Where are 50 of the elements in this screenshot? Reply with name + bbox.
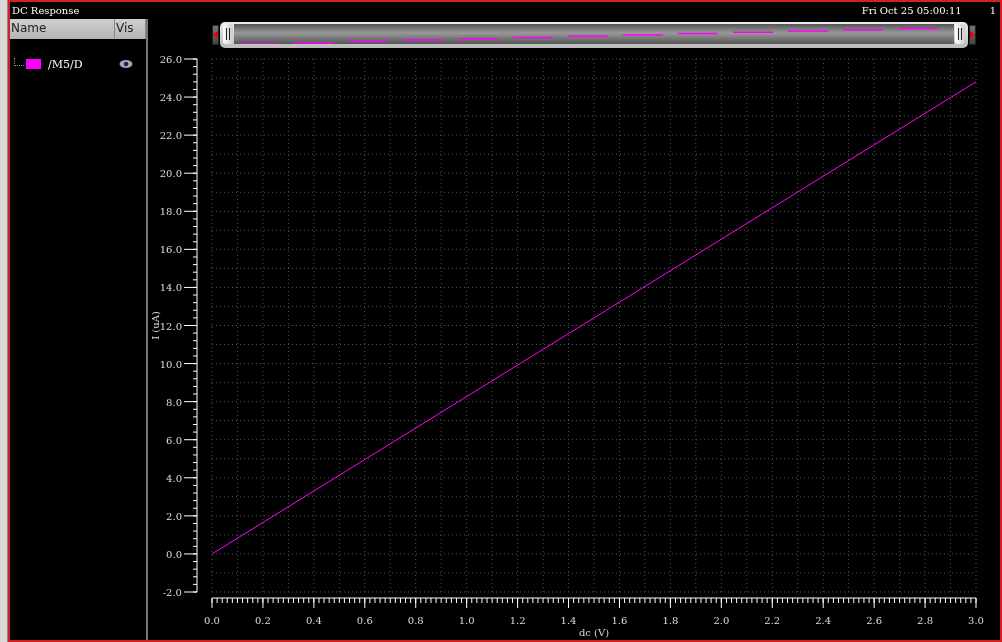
window-number: 1: [989, 5, 996, 16]
x-tick-label: 0.0: [204, 615, 220, 626]
x-tick-label: 1.6: [611, 615, 628, 626]
eye-icon[interactable]: [119, 59, 133, 69]
x-tick-label: 1.8: [662, 615, 679, 626]
x-axis-title: dc (V): [578, 627, 610, 638]
y-tick-label: -2.0: [162, 587, 182, 598]
left-arrow-icon: [213, 31, 218, 38]
x-tick-label: 2.8: [917, 615, 933, 626]
y-tick-label: 10.0: [159, 358, 182, 370]
x-tick-label: 3.0: [968, 615, 984, 626]
left-handle[interactable]: [223, 23, 233, 44]
window-title: DC Response: [12, 5, 81, 16]
y-tick-label: 4.0: [166, 472, 182, 484]
timestamp: Fri Oct 25 05:00:11: [861, 5, 962, 16]
x-tick-label: 1.4: [560, 615, 577, 626]
y-tick-label: 22.0: [159, 130, 182, 142]
x-tick-label: 0.8: [407, 615, 424, 626]
y-tick-label: 12.0: [159, 320, 182, 332]
y-axis-title: I (uA): [150, 311, 161, 340]
grip-icon: [958, 27, 962, 40]
right-handle[interactable]: [955, 23, 965, 44]
y-tick-label: 26.0: [159, 54, 182, 65]
tree-connector: [14, 58, 24, 66]
x-tick-label: 2.4: [815, 615, 832, 626]
y-tick-label: 24.0: [159, 92, 182, 104]
column-header[interactable]: Name: [10, 19, 115, 39]
x-tick-label: 2.0: [713, 615, 730, 626]
y-tick-label: 18.0: [159, 206, 182, 218]
x-tick-label: 0.6: [356, 615, 373, 626]
scroll-right-button[interactable]: [969, 24, 976, 45]
right-arrow-icon: [970, 31, 975, 38]
y-tick-label: 0.0: [166, 548, 182, 560]
y-tick-label: 6.0: [166, 434, 182, 446]
x-tick-label: 0.2: [255, 615, 271, 626]
x-tick-label: 2.2: [764, 615, 781, 626]
y-tick-label: 14.0: [159, 282, 182, 294]
y-tick-label: 20.0: [159, 168, 182, 180]
x-tick-label: 1.0: [458, 615, 475, 626]
column-header[interactable]: Vis: [115, 19, 146, 39]
y-tick-label: 8.0: [166, 396, 182, 408]
grip-icon: [226, 27, 230, 40]
scroll-left-button[interactable]: [212, 24, 219, 45]
signal-name[interactable]: /M5/D: [48, 57, 119, 71]
y-tick-label: 16.0: [159, 244, 182, 256]
x-tick-label: 0.4: [305, 615, 322, 626]
x-tick-label: 1.2: [509, 615, 526, 626]
overview-scrollbar[interactable]: [220, 21, 968, 48]
x-tick-label: 2.6: [866, 615, 883, 626]
y-tick-label: 2.0: [166, 510, 182, 522]
